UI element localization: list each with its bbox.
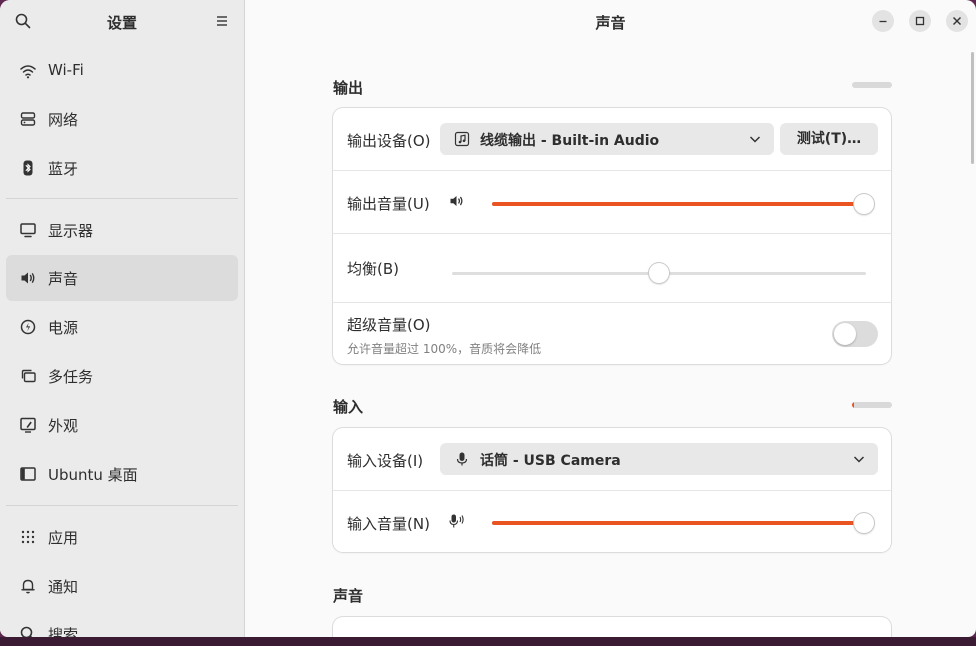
- search-icon: [19, 625, 37, 637]
- input-level-meter: [852, 402, 892, 408]
- wifi-icon: [19, 62, 37, 80]
- input-volume-slider[interactable]: [492, 521, 864, 525]
- appearance-icon: [19, 416, 37, 434]
- microphone-icon: [454, 451, 470, 467]
- sidebar-item-wifi[interactable]: Wi-Fi: [6, 48, 238, 94]
- output-volume-fill: [492, 202, 864, 206]
- music-note-icon: [454, 131, 470, 147]
- sidebar-item-label: 应用: [48, 529, 79, 547]
- chevron-down-icon: [748, 132, 762, 146]
- page-title: 声音: [595, 14, 626, 32]
- display-icon: [19, 221, 37, 239]
- sidebar-item-label: 网络: [48, 111, 79, 129]
- output-device-dropdown[interactable]: 线缆输出 - Built-in Audio: [440, 123, 774, 155]
- input-volume-row: 输入音量(N): [333, 490, 891, 552]
- hamburger-menu-icon[interactable]: [213, 12, 231, 30]
- ubuntu-desktop-icon: [19, 465, 37, 483]
- maximize-icon: [915, 16, 925, 26]
- close-button[interactable]: [946, 10, 968, 32]
- input-section-title: 输入: [333, 398, 364, 416]
- input-level-fill: [852, 402, 854, 408]
- sounds-card: [333, 617, 891, 637]
- apps-grid-icon: [19, 528, 37, 546]
- sounds-section-title: 声音: [333, 587, 364, 605]
- input-device-value: 话筒 - USB Camera: [480, 453, 621, 469]
- sidebar-item-multitasking[interactable]: 多任务: [6, 353, 238, 399]
- output-volume-label: 输出音量(U): [347, 195, 430, 213]
- minimize-button[interactable]: [872, 10, 894, 32]
- input-device-dropdown[interactable]: 话筒 - USB Camera: [440, 443, 878, 475]
- settings-window: 设置 Wi-Fi 网络 蓝牙 显示器 声音 电源 多任务 外观 Ubuntu 桌…: [0, 0, 976, 637]
- sidebar-header: 设置: [0, 0, 244, 42]
- output-device-value: 线缆输出 - Built-in Audio: [480, 133, 660, 149]
- sound-panel: 声音 输出 输出设备(O) 线缆输出 - Built-in Audio 测试(T…: [245, 0, 976, 637]
- overamplification-toggle[interactable]: [832, 321, 878, 347]
- input-device-label: 输入设备(I): [347, 452, 424, 470]
- overamplification-row: 超级音量(O) 允许音量超过 100%，音质将会降低: [333, 302, 891, 364]
- speaker-icon: [19, 269, 37, 287]
- sidebar-item-apps[interactable]: 应用: [6, 514, 238, 560]
- input-card: 输入设备(I) 话筒 - USB Camera 输入音量(N): [333, 428, 891, 552]
- sidebar-item-label: Ubuntu 桌面: [48, 466, 138, 484]
- power-icon: [19, 318, 37, 336]
- network-icon: [19, 110, 37, 128]
- sidebar-item-label: 蓝牙: [48, 160, 79, 178]
- multitasking-icon: [19, 367, 37, 385]
- sidebar-item-notifications[interactable]: 通知: [6, 563, 238, 609]
- input-volume-handle[interactable]: [854, 513, 874, 533]
- output-volume-slider[interactable]: [492, 202, 864, 206]
- sidebar-item-bluetooth[interactable]: 蓝牙: [6, 145, 238, 191]
- sidebar: 设置 Wi-Fi 网络 蓝牙 显示器 声音 电源 多任务 外观 Ubuntu 桌…: [0, 0, 245, 637]
- sidebar-item-label: 多任务: [48, 368, 94, 386]
- sidebar-item-search[interactable]: 搜索: [6, 611, 238, 637]
- sidebar-item-label: 声音: [48, 270, 79, 288]
- sidebar-item-label: 显示器: [48, 222, 94, 240]
- output-volume-handle[interactable]: [854, 194, 874, 214]
- close-icon: [953, 17, 961, 25]
- sidebar-separator: [6, 505, 238, 506]
- chevron-down-icon: [852, 452, 866, 466]
- output-volume-row: 输出音量(U): [333, 170, 891, 234]
- sidebar-title: 设置: [106, 14, 137, 32]
- speaker-icon: [449, 193, 465, 209]
- sidebar-item-label: 电源: [48, 319, 79, 337]
- balance-row: 均衡(B): [333, 233, 891, 303]
- output-section-title: 输出: [333, 79, 364, 97]
- minimize-icon: [879, 20, 887, 23]
- bluetooth-icon: [19, 159, 37, 177]
- sidebar-item-appearance[interactable]: 外观: [6, 402, 238, 448]
- sidebar-item-sound[interactable]: 声音: [6, 255, 238, 301]
- sidebar-item-label: Wi-Fi: [48, 61, 84, 79]
- sidebar-item-label: 通知: [48, 578, 79, 596]
- sidebar-item-label: 搜索: [48, 626, 79, 637]
- overamplification-description: 允许音量超过 100%，音质将会降低: [347, 342, 542, 356]
- output-card: 输出设备(O) 线缆输出 - Built-in Audio 测试(T)… 输出音…: [333, 108, 891, 364]
- maximize-button[interactable]: [909, 10, 931, 32]
- input-device-row: 输入设备(I) 话筒 - USB Camera: [333, 428, 891, 490]
- bell-icon: [19, 577, 37, 595]
- overamplification-label: 超级音量(O): [347, 316, 431, 334]
- balance-handle[interactable]: [649, 263, 669, 283]
- microphone-sensitivity-icon: [449, 513, 467, 529]
- output-device-row: 输出设备(O) 线缆输出 - Built-in Audio 测试(T)…: [333, 108, 891, 170]
- sidebar-item-network[interactable]: 网络: [6, 96, 238, 142]
- output-device-label: 输出设备(O): [347, 132, 431, 150]
- output-level-meter: [852, 82, 892, 88]
- toggle-knob: [834, 323, 856, 345]
- input-volume-fill: [492, 521, 864, 525]
- input-volume-label: 输入音量(N): [347, 515, 430, 533]
- sidebar-item-ubuntu-desktop[interactable]: Ubuntu 桌面: [6, 451, 238, 497]
- test-button[interactable]: 测试(T)…: [780, 123, 878, 155]
- sidebar-separator: [6, 198, 238, 199]
- scrollbar[interactable]: [971, 52, 974, 164]
- sidebar-item-power[interactable]: 电源: [6, 304, 238, 350]
- sidebar-item-label: 外观: [48, 417, 79, 435]
- balance-label: 均衡(B): [347, 260, 399, 278]
- sidebar-item-display[interactable]: 显示器: [6, 207, 238, 253]
- desktop-background-strip: [0, 637, 976, 646]
